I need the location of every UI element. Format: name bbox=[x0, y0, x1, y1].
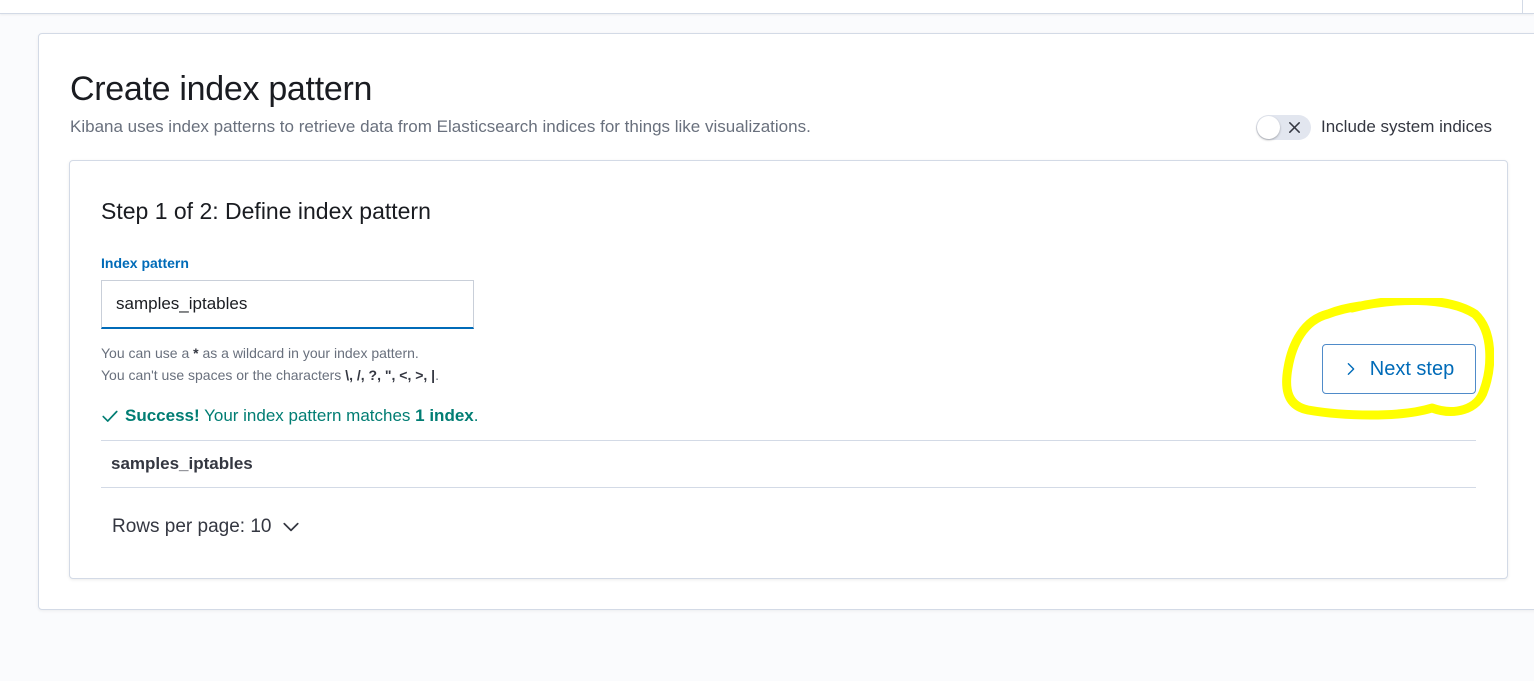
table-row: samples_iptables bbox=[101, 441, 1476, 487]
chevron-down-icon bbox=[282, 522, 299, 532]
include-system-indices-label[interactable]: Include system indices bbox=[1321, 117, 1492, 137]
page-title: Create index pattern bbox=[70, 70, 373, 108]
help-text-segment: You can use a bbox=[101, 345, 194, 361]
success-message: Success! Your index pattern matches 1 in… bbox=[101, 406, 478, 426]
success-text: Your index pattern matches bbox=[199, 406, 416, 425]
success-content: Success! Your index pattern matches 1 in… bbox=[125, 406, 478, 426]
success-end: . bbox=[473, 406, 479, 425]
index-name: samples_iptables bbox=[111, 454, 253, 473]
step-title: Step 1 of 2: Define index pattern bbox=[101, 198, 431, 224]
toggle-knob bbox=[1257, 116, 1280, 139]
table-divider-bottom bbox=[101, 487, 1476, 488]
help-line-invalid-chars: You can't use spaces or the characters \… bbox=[101, 364, 439, 386]
match-count: 1 index bbox=[415, 406, 474, 425]
rows-per-page-selector[interactable]: Rows per page: 10 bbox=[112, 516, 300, 538]
index-pattern-label: Index pattern bbox=[101, 255, 189, 271]
help-text-segment: You can't use spaces or the characters bbox=[101, 367, 346, 383]
success-strong: Success! bbox=[125, 406, 200, 425]
include-system-indices-toggle[interactable] bbox=[1256, 115, 1311, 140]
chevron-right-icon bbox=[1347, 363, 1355, 375]
top-header-bar bbox=[0, 0, 1534, 14]
help-line-wildcard: You can use a * as a wildcard in your in… bbox=[101, 342, 439, 364]
rows-per-page-label: Rows per page: 10 bbox=[112, 516, 272, 537]
close-icon bbox=[1289, 122, 1300, 133]
help-text-segment: as a wildcard in your index pattern. bbox=[198, 345, 419, 361]
check-icon bbox=[102, 410, 118, 422]
help-text-segment: . bbox=[435, 367, 439, 383]
index-pattern-input[interactable] bbox=[101, 280, 474, 329]
invalid-chars: \, /, ?, ", <, >, | bbox=[345, 367, 436, 383]
header-divider bbox=[1522, 0, 1523, 13]
next-step-button[interactable]: Next step bbox=[1322, 344, 1476, 394]
page-subtitle: Kibana uses index patterns to retrieve d… bbox=[70, 117, 811, 136]
next-step-label: Next step bbox=[1369, 357, 1455, 380]
index-pattern-help: You can use a * as a wildcard in your in… bbox=[101, 342, 439, 386]
